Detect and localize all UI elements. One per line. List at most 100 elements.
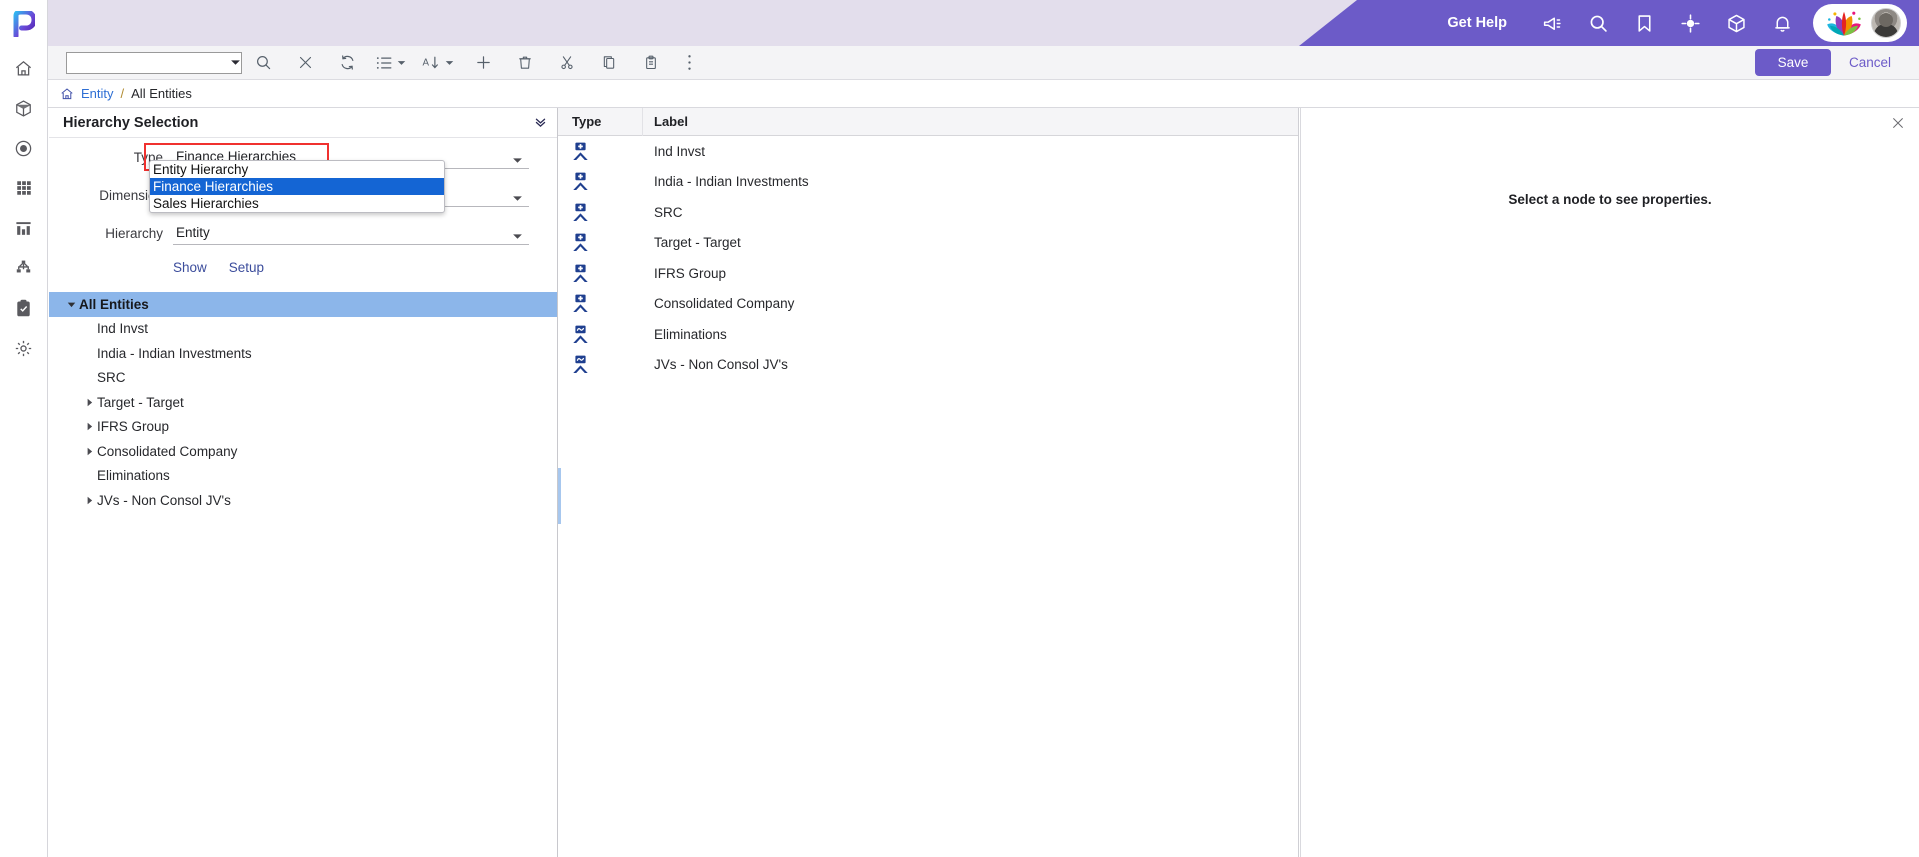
tree-node[interactable]: Consolidated Company [49,439,557,464]
grid-header-row: Type Label [558,107,1298,136]
dropdown-option[interactable]: Entity Hierarchy [150,161,444,178]
tree-node[interactable]: JVs - Non Consol JV's [49,488,557,513]
toolbar-sort-button[interactable]: A [414,46,462,80]
tree-node-label: Eliminations [97,468,170,484]
cancel-button[interactable]: Cancel [1835,49,1905,76]
setup-link[interactable]: Setup [229,260,264,275]
column-header-type[interactable]: Type [558,107,643,136]
search-combo[interactable] [66,51,242,74]
breadcrumb: Entity / All Entities [48,80,1919,108]
tree-node[interactable]: Eliminations [49,464,557,489]
chevron-down-icon[interactable] [230,53,241,73]
node-plus-icon [558,264,643,283]
sidebar-item-hierarchies[interactable] [0,248,48,288]
user-account-pill[interactable] [1813,4,1907,42]
header-actions: Get Help [1299,0,1919,46]
toolbar-search-button[interactable] [242,46,284,80]
sidebar-item-targets[interactable] [0,128,48,168]
chevron-right-icon[interactable] [81,447,97,456]
tree-node-label: India - Indian Investments [97,345,252,361]
page-title: Hierarchy Selection [63,114,199,131]
toolbar-delete-button[interactable] [504,46,546,80]
app-root: Get Help A Save Cancel Entity / All Enti… [0,0,1919,857]
toolbar-add-button[interactable] [462,46,504,80]
bell-icon[interactable] [1759,0,1805,46]
table-cell-label: SRC [654,204,683,220]
sidebar-item-tasks[interactable] [0,288,48,328]
sidebar-item-models[interactable] [0,88,48,128]
tree-node[interactable]: SRC [49,366,557,391]
toolbar-cut-button[interactable] [546,46,588,80]
tree-node-label: All Entities [79,296,149,312]
table-row[interactable]: Consolidated Company [558,289,1298,320]
table-row[interactable]: India - Indian Investments [558,167,1298,198]
table-row[interactable]: IFRS Group [558,258,1298,289]
search-icon[interactable] [1575,0,1621,46]
tree-node[interactable]: All Entities [49,292,557,317]
avatar [1871,8,1901,38]
chevron-right-icon[interactable] [81,422,97,431]
tree-node[interactable]: Ind Invst [49,317,557,342]
sidebar-item-settings[interactable] [0,328,48,368]
get-help-link[interactable]: Get Help [1447,15,1507,31]
breadcrumb-root[interactable]: Entity [81,86,114,101]
table-row[interactable]: Eliminations [558,319,1298,350]
type-dropdown-list[interactable]: Entity Hierarchy Finance Hierarchies Sales… [149,160,445,213]
chevron-down-icon[interactable] [512,189,523,207]
column-header-label[interactable]: Label [643,114,1298,129]
collapse-chevrons-icon[interactable] [534,116,547,129]
dropdown-option[interactable]: Finance Hierarchies [150,178,444,195]
table-cell-label: Eliminations [654,326,727,342]
node-plus-icon [558,233,643,252]
properties-empty-message: Select a node to see properties. [1508,192,1712,207]
sidebar-item-reports[interactable] [0,208,48,248]
chevron-right-icon[interactable] [81,398,97,407]
tree-node[interactable]: IFRS Group [49,415,557,440]
toolbar-more-button[interactable] [672,46,706,80]
tree-node[interactable]: India - Indian Investments [49,341,557,366]
app-logo[interactable] [0,0,48,48]
chevron-down-icon[interactable] [512,151,523,169]
search-input[interactable] [67,52,230,73]
toolbar-copy-button[interactable] [588,46,630,80]
show-link[interactable]: Show [173,260,207,275]
panel-links: Show Setup [49,252,557,282]
bookmark-icon[interactable] [1621,0,1667,46]
sidebar-item-home[interactable] [0,48,48,88]
chevron-down-icon[interactable] [63,301,79,308]
tree-node-label: SRC [97,370,126,386]
action-toolbar: A Save Cancel [48,46,1919,80]
hierarchy-select[interactable]: Entity [173,221,529,245]
node-plus-icon [558,142,643,161]
table-row[interactable]: SRC [558,197,1298,228]
breadcrumb-separator: / [120,86,125,101]
node-tilde-icon [558,325,643,344]
sidebar-item-apps[interactable] [0,168,48,208]
node-plus-icon [558,203,643,222]
hierarchy-field-label: Hierarchy [105,225,163,241]
toolbar-paste-button[interactable] [630,46,672,80]
tree-node-label: Target - Target [97,394,184,410]
table-row[interactable]: JVs - Non Consol JV's [558,350,1298,381]
toolbar-clear-button[interactable] [284,46,326,80]
breadcrumb-current: All Entities [131,86,192,101]
table-cell-label: Target - Target [654,235,741,251]
box-icon[interactable] [1713,0,1759,46]
table-row[interactable]: Ind Invst [558,136,1298,167]
lotus-logo [1823,9,1865,37]
dropdown-option[interactable]: Sales Hierarchies [150,195,444,212]
chevron-right-icon[interactable] [81,496,97,505]
crosshair-icon[interactable] [1667,0,1713,46]
toolbar-refresh-button[interactable] [326,46,368,80]
home-icon[interactable] [60,87,74,101]
tree-node[interactable]: Target - Target [49,390,557,415]
grid-body: Ind Invst India - Indian Investments SRC Ta… [558,136,1298,380]
grid-scroll-indicator[interactable] [558,468,561,524]
megaphone-icon[interactable] [1529,0,1575,46]
table-cell-label: India - Indian Investments [654,174,809,190]
table-row[interactable]: Target - Target [558,228,1298,259]
close-icon[interactable] [1891,116,1905,135]
toolbar-view-button[interactable] [368,46,414,80]
save-button[interactable]: Save [1754,49,1831,76]
chevron-down-icon[interactable] [512,227,523,245]
